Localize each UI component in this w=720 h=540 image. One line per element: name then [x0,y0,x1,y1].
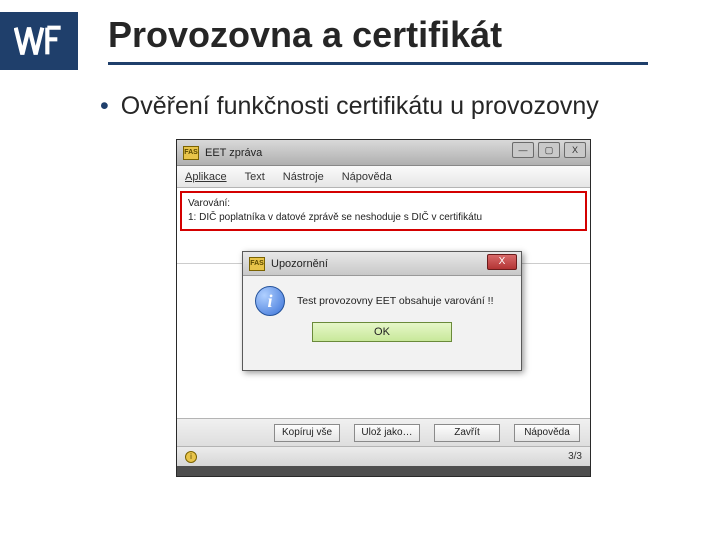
save-as-button[interactable]: Ulož jako… [354,424,420,442]
info-icon: i [255,286,285,316]
bullet-item: • Ověření funkčnosti certifikátu u provoz… [100,92,599,121]
menu-aplikace[interactable]: Aplikace [185,171,227,183]
warning-heading: Varování: [188,197,579,211]
eet-window-titlebar[interactable]: FAS EET zpráva — ▢ X [177,140,590,166]
close-button[interactable]: X [564,142,586,158]
help-button[interactable]: Nápověda [514,424,580,442]
copy-all-button[interactable]: Kopíruj vše [274,424,340,442]
menu-nastroje[interactable]: Nástroje [283,171,324,183]
dialog-close-button[interactable]: X [487,254,517,270]
status-info-icon: i [185,451,197,463]
slide-title: Provozovna a certifikát [108,14,648,65]
dialog-app-icon: FAS [249,257,265,271]
dialog-titlebar[interactable]: FAS Upozornění X [243,252,521,276]
maximize-button[interactable]: ▢ [538,142,560,158]
dialog-title: Upozornění [271,258,328,270]
menu-napoveda[interactable]: Nápověda [342,171,392,183]
dialog-message: Test provozovny EET obsahuje varování !! [297,295,494,307]
ok-button[interactable]: OK [312,322,452,342]
bullet-dot: • [100,92,109,120]
close-window-button[interactable]: Zavřít [434,424,500,442]
status-bar: i 3/3 [177,446,590,466]
warning-text: 1: DIČ poplatníka v datové zprávě se nes… [188,211,579,225]
menu-text[interactable]: Text [245,171,265,183]
menu-bar: Aplikace Text Nástroje Nápověda [177,166,590,188]
bullet-text: Ověření funkčnosti certifikátu u provozo… [121,92,599,120]
warning-dialog: FAS Upozornění X i Test provozovny EET o… [242,251,522,371]
warning-highlight: Varování: 1: DIČ poplatníka v datové zpr… [180,191,587,231]
app-icon: FAS [183,146,199,160]
brand-logo [0,12,78,70]
eet-button-bar: Kopíruj vše Ulož jako… Zavřít Nápověda [177,418,590,446]
minimize-button[interactable]: — [512,142,534,158]
status-page-count: 3/3 [568,451,582,462]
